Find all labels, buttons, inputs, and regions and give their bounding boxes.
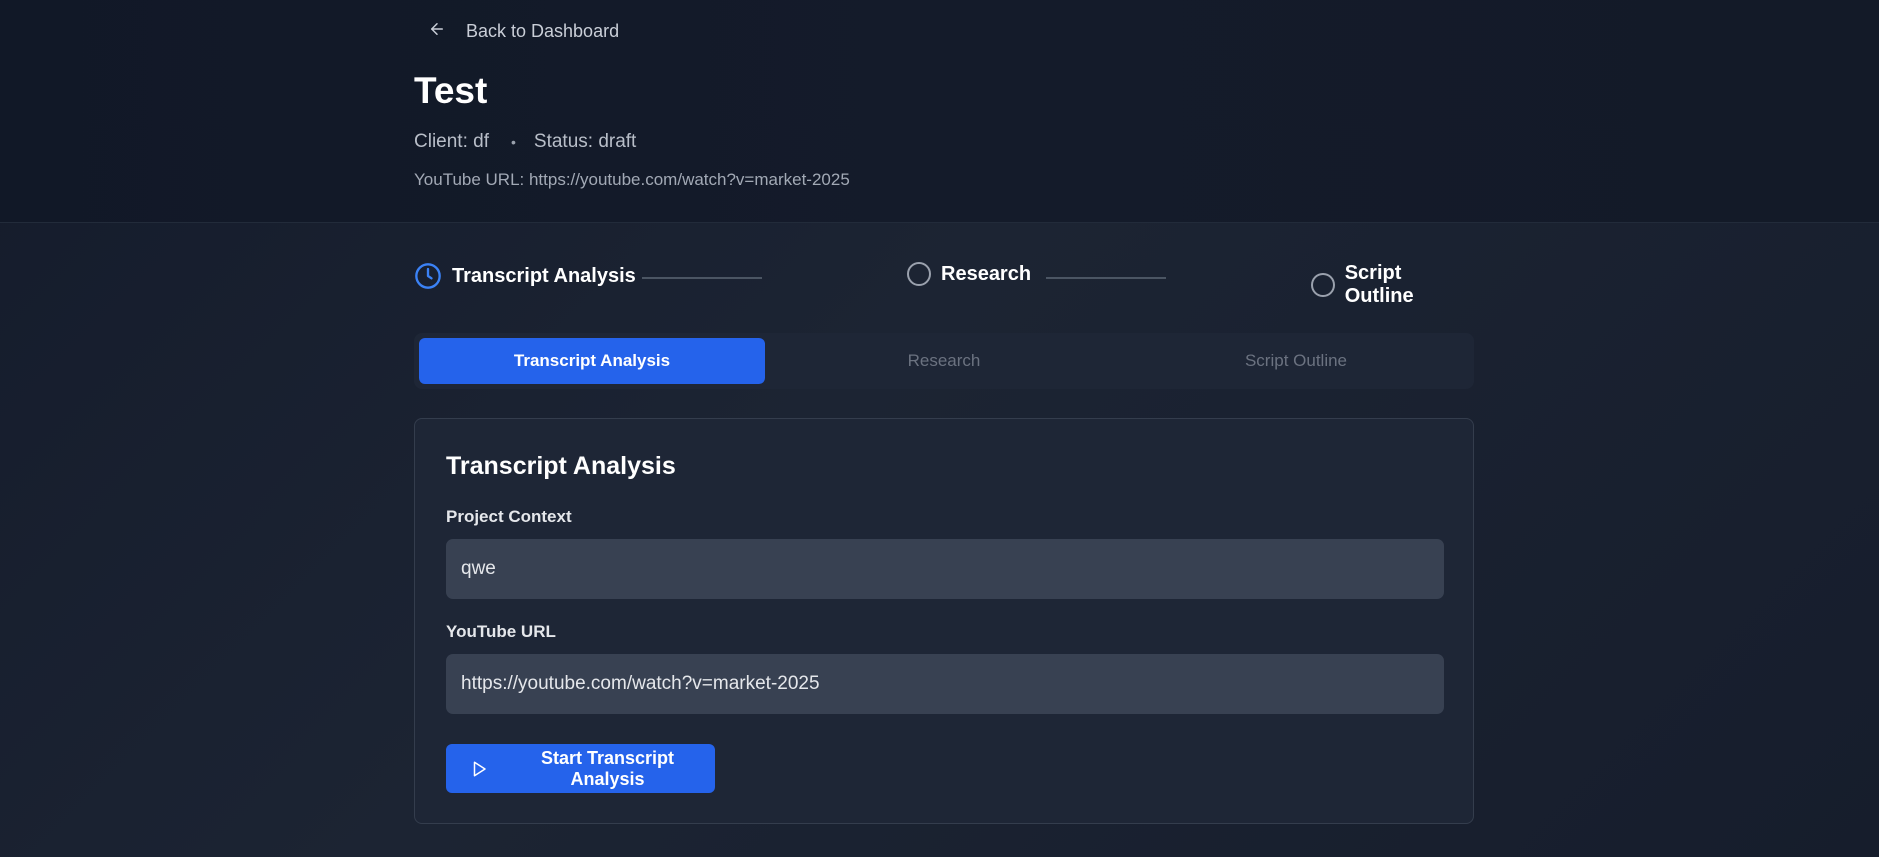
- start-transcript-analysis-button[interactable]: Start Transcript Analysis: [446, 744, 715, 793]
- step-label: Research: [941, 262, 1032, 285]
- project-context-input[interactable]: [446, 539, 1444, 599]
- step-script-outline: Script Outline: [1311, 262, 1474, 308]
- progress-stepper: Transcript Analysis Research Script Outl…: [414, 262, 1474, 307]
- tab-research[interactable]: Research: [771, 338, 1117, 384]
- arrow-left-icon: [428, 20, 446, 43]
- card-title: Transcript Analysis: [446, 452, 676, 480]
- status-text: Status: draft: [533, 131, 637, 152]
- step-transcript-analysis: Transcript Analysis: [414, 262, 636, 290]
- transcript-analysis-card: Transcript Analysis Project Context YouT…: [414, 418, 1474, 824]
- step-connector: [642, 277, 762, 279]
- play-icon: [470, 760, 488, 778]
- tab-transcript-analysis[interactable]: Transcript Analysis: [419, 338, 765, 384]
- project-header: Back to Dashboard Test Client: df • Stat…: [0, 0, 1879, 223]
- step-research: Research: [907, 262, 1031, 286]
- youtube-url-input[interactable]: [446, 654, 1444, 714]
- client-text: Client: df: [414, 131, 489, 152]
- tab-bar: Transcript Analysis Research Script Outl…: [414, 333, 1474, 389]
- back-to-dashboard-link[interactable]: Back to Dashboard: [428, 18, 619, 44]
- page-title: Test: [414, 70, 488, 111]
- step-connector: [1046, 277, 1166, 279]
- circle-icon: [1311, 273, 1335, 297]
- youtube-url-label: YouTube URL: [446, 622, 556, 641]
- circle-icon: [907, 262, 931, 286]
- project-context-label: Project Context: [446, 507, 572, 526]
- youtube-url-text: YouTube URL: https://youtube.com/watch?v…: [414, 170, 850, 189]
- start-button-label: Start Transcript Analysis: [540, 747, 675, 789]
- step-label: Transcript Analysis: [452, 264, 636, 287]
- meta-separator: •: [510, 134, 516, 150]
- step-label: Script Outline: [1344, 262, 1414, 307]
- back-link-label: Back to Dashboard: [466, 20, 620, 41]
- tab-script-outline[interactable]: Script Outline: [1123, 338, 1469, 384]
- project-meta: Client: df • Status: draft: [414, 131, 636, 153]
- clock-icon: [414, 262, 442, 290]
